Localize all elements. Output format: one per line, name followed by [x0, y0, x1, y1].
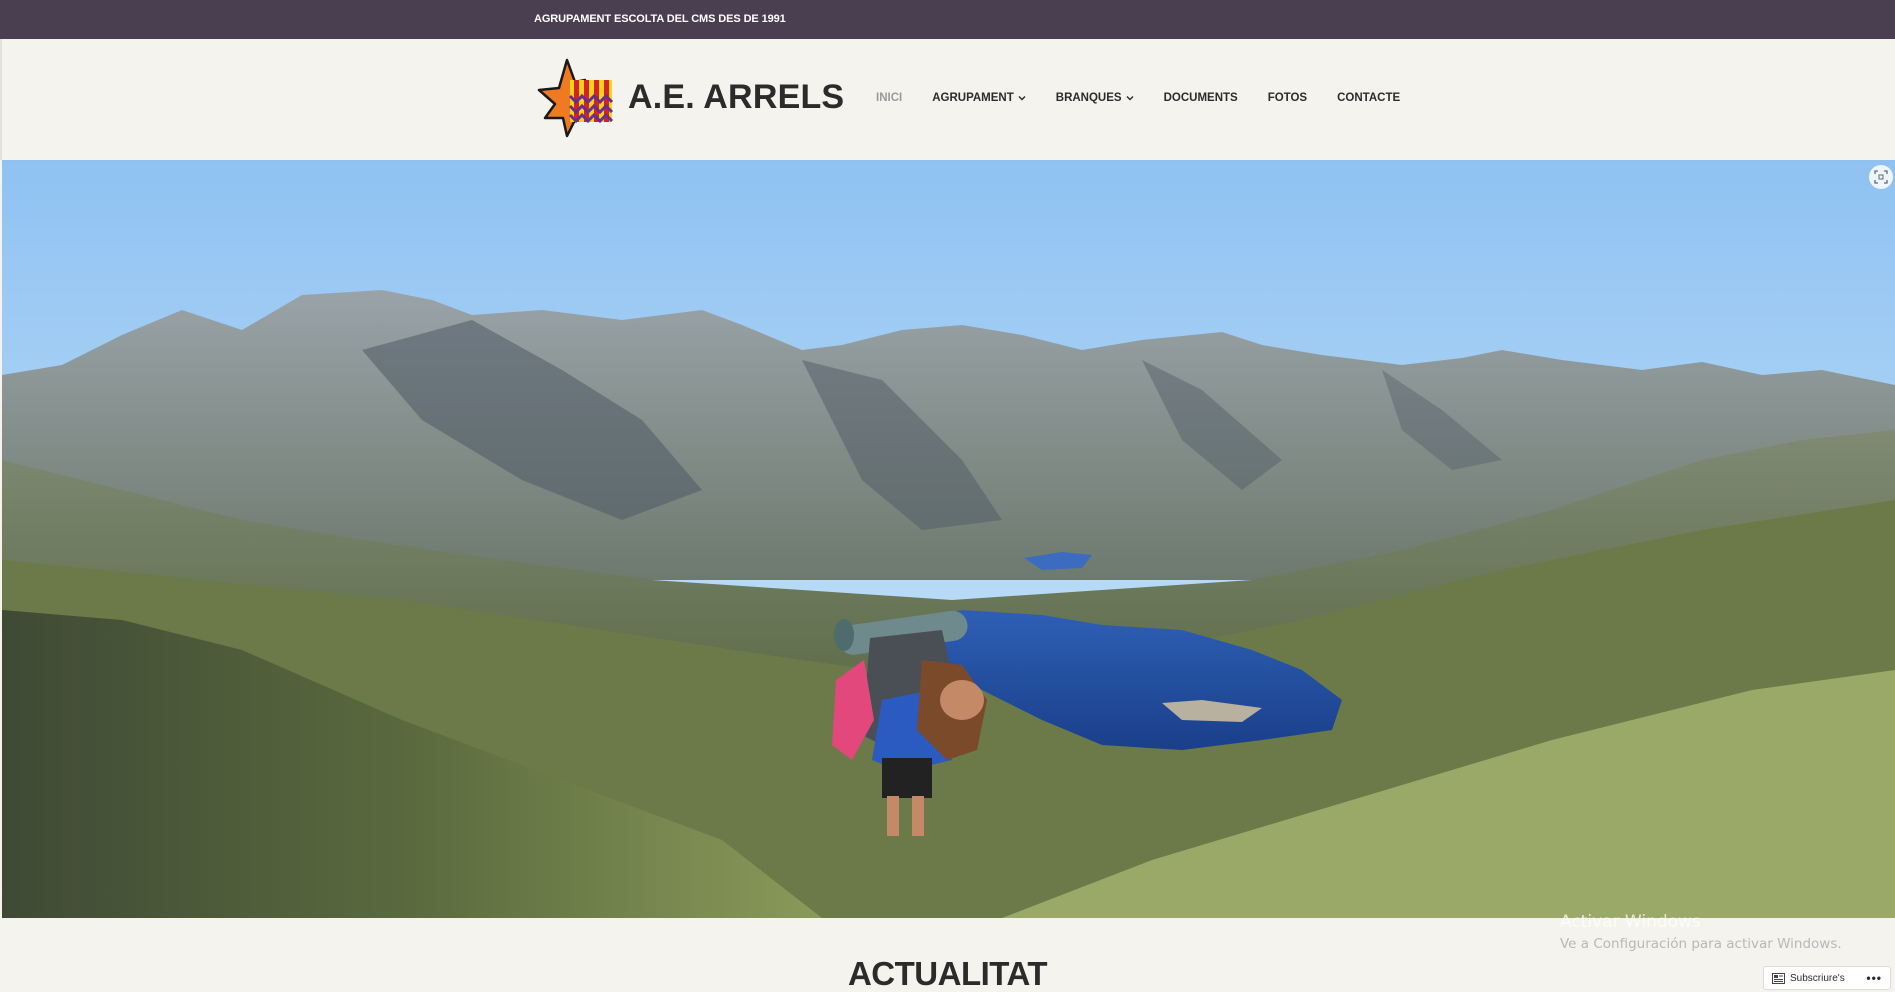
site-title[interactable]: A.E. ARRELS	[628, 78, 844, 117]
subscribe-label: Subscriure's	[1790, 972, 1845, 984]
nav-item-label: AGRUPAMENT	[932, 92, 1014, 104]
subscribe-bar: Subscriure's •••	[1763, 966, 1891, 990]
subscribe-button[interactable]: Subscriure's	[1764, 967, 1851, 989]
top-bar: AGRUPAMENT ESCOLTA DEL CMS DES DE 1991	[0, 0, 1895, 39]
nav-item-label: INICI	[876, 92, 903, 104]
chevron-down-icon	[1126, 96, 1134, 101]
hero-image	[2, 160, 1895, 918]
tagline: AGRUPAMENT ESCOLTA DEL CMS DES DE 1991	[534, 13, 786, 25]
windows-activation-subtitle: Ve a Configuración para activar Windows.	[1560, 936, 1842, 952]
fullscreen-button[interactable]	[1869, 165, 1893, 189]
main-nav: INICI AGRUPAMENT BRANQUES DOCUMENTS FOTO…	[876, 92, 1430, 104]
nav-item-label: FOTOS	[1267, 92, 1308, 104]
nav-item-inici[interactable]: INICI	[876, 92, 902, 104]
nav-item-documents[interactable]: DOCUMENTS	[1164, 92, 1238, 104]
nav-item-label: BRANQUES	[1055, 92, 1122, 104]
chevron-down-icon	[1018, 96, 1026, 101]
nav-item-branques[interactable]: BRANQUES	[1056, 92, 1134, 104]
nav-item-contacte[interactable]: CONTACTE	[1337, 92, 1400, 104]
section-title: ACTUALITAT	[847, 955, 1048, 992]
windows-activation-title: Activar Windows	[1560, 912, 1701, 932]
nav-item-fotos[interactable]: FOTOS	[1268, 92, 1307, 104]
fullscreen-icon	[1874, 170, 1888, 184]
more-options-button[interactable]: •••	[1858, 966, 1890, 990]
nav-item-label: DOCUMENTS	[1163, 92, 1238, 104]
nav-item-label: CONTACTE	[1337, 92, 1401, 104]
site-logo-icon[interactable]	[537, 58, 617, 138]
nav-item-agrupament[interactable]: AGRUPAMENT	[932, 92, 1026, 104]
mountain-landscape-image	[2, 160, 1895, 918]
reader-icon	[1772, 972, 1785, 984]
